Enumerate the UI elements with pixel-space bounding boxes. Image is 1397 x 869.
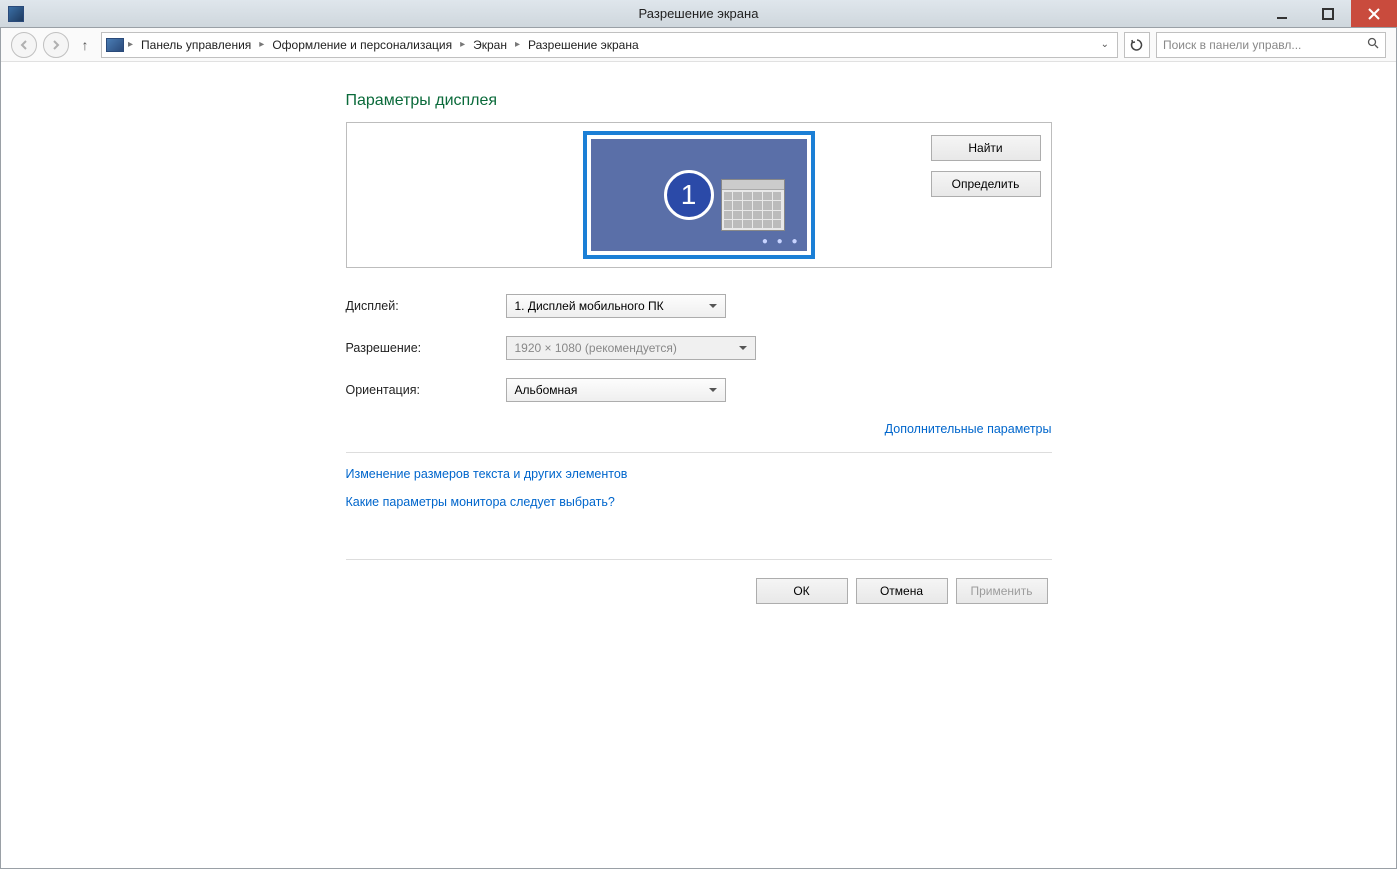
refresh-button[interactable] xyxy=(1124,32,1150,58)
display-preview: 1 ● ● ● На xyxy=(346,122,1052,268)
nav-row: ↑ ▸ Панель управления ▸ Оформление и пер… xyxy=(1,28,1396,62)
cancel-button[interactable]: Отмена xyxy=(856,578,948,604)
text-size-link[interactable]: Изменение размеров текста и других элеме… xyxy=(346,467,1052,481)
forward-button[interactable] xyxy=(43,32,69,58)
location-icon xyxy=(106,38,124,52)
breadcrumb-item[interactable]: Экран xyxy=(469,36,511,54)
breadcrumb-bar[interactable]: ▸ Панель управления ▸ Оформление и персо… xyxy=(101,32,1118,58)
search-input[interactable]: Поиск в панели управл... xyxy=(1156,32,1386,58)
detect-button[interactable]: Найти xyxy=(931,135,1041,161)
dots-icon: ● ● ● xyxy=(762,236,801,247)
orientation-select[interactable]: Альбомная xyxy=(506,378,726,402)
close-button[interactable] xyxy=(1351,0,1397,27)
display-select[interactable]: 1. Дисплей мобильного ПК xyxy=(506,294,726,318)
chevron-right-icon: ▸ xyxy=(259,39,264,50)
chevron-right-icon: ▸ xyxy=(128,39,133,50)
help-link[interactable]: Какие параметры монитора следует выбрать… xyxy=(346,495,1052,509)
search-placeholder: Поиск в панели управл... xyxy=(1163,38,1301,52)
resolution-select[interactable]: 1920 × 1080 (рекомендуется) xyxy=(506,336,756,360)
monitor-number: 1 xyxy=(664,170,714,220)
minimize-button[interactable] xyxy=(1259,0,1305,27)
search-icon xyxy=(1367,37,1379,52)
display-label: Дисплей: xyxy=(346,299,506,313)
window-glyph-icon xyxy=(721,179,785,231)
breadcrumb-item[interactable]: Панель управления xyxy=(137,36,255,54)
maximize-button[interactable] xyxy=(1305,0,1351,27)
resolution-label: Разрешение: xyxy=(346,341,506,355)
up-button[interactable]: ↑ xyxy=(75,37,95,53)
content-area: Параметры дисплея 1 xyxy=(1,62,1396,604)
page-title: Параметры дисплея xyxy=(346,92,1052,110)
apply-button[interactable]: Применить xyxy=(956,578,1048,604)
chevron-right-icon: ▸ xyxy=(515,39,520,50)
divider xyxy=(346,452,1052,453)
identify-button[interactable]: Определить xyxy=(931,171,1041,197)
titlebar: Разрешение экрана xyxy=(0,0,1397,28)
app-icon xyxy=(8,6,24,22)
breadcrumb-item[interactable]: Разрешение экрана xyxy=(524,36,643,54)
orientation-label: Ориентация: xyxy=(346,383,506,397)
ok-button[interactable]: ОК xyxy=(756,578,848,604)
monitor-graphic[interactable]: 1 ● ● ● xyxy=(583,131,815,259)
breadcrumb-item[interactable]: Оформление и персонализация xyxy=(268,36,456,54)
window-controls xyxy=(1259,0,1397,27)
back-button[interactable] xyxy=(11,32,37,58)
chevron-right-icon: ▸ xyxy=(460,39,465,50)
advanced-settings-link[interactable]: Дополнительные параметры xyxy=(885,422,1052,436)
chevron-down-icon[interactable]: ⌄ xyxy=(1097,39,1113,50)
window-title: Разрешение экрана xyxy=(639,6,759,21)
